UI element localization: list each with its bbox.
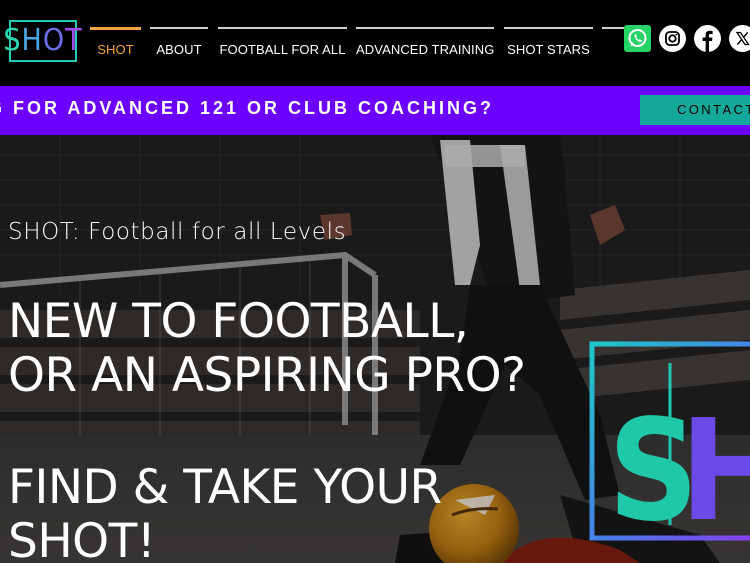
hero-subtitle: SHOT: Football for all Levels (8, 219, 347, 245)
promo-banner: G FOR ADVANCED 121 OR CLUB COACHING? CON… (0, 86, 750, 135)
nav-item-more[interactable] (602, 27, 624, 67)
banner-text: G FOR ADVANCED 121 OR CLUB COACHING? (0, 98, 495, 118)
hero-section: S H SHOT: Football for all Levels NEW TO… (0, 135, 750, 563)
hero-call-to-action: FIND & TAKE YOUR SHOT! (8, 461, 442, 563)
x-icon[interactable] (729, 25, 750, 52)
hero-headline-line-2: OR AN ASPIRING PRO? (8, 348, 526, 403)
hero-cta-line-2: SHOT! (8, 514, 156, 563)
nav-item-football-for-all[interactable]: FOOTBALL FOR ALL (218, 27, 347, 67)
instagram-icon[interactable] (659, 25, 686, 52)
facebook-icon[interactable] (694, 25, 721, 52)
sign-letter-h: H (680, 390, 750, 553)
site-header: S H O T SHOT ABOUT FOOTBALL FOR ALL ADVA… (0, 0, 750, 86)
whatsapp-icon[interactable] (624, 25, 651, 52)
nav-item-about[interactable]: ABOUT (150, 27, 208, 67)
hero-headline: NEW TO FOOTBALL, OR AN ASPIRING PRO? (8, 295, 526, 403)
logo-letter: T (65, 23, 83, 58)
nav-item-shot[interactable]: SHOT (90, 27, 141, 67)
logo-letter: H (21, 23, 43, 58)
nav-item-shot-stars[interactable]: SHOT STARS (504, 27, 593, 67)
nav-item-advanced-training[interactable]: ADVANCED TRAINING (356, 27, 494, 67)
shot-logo[interactable]: S H O T (3, 20, 82, 62)
logo-letter: O (42, 23, 66, 58)
hero-cta-line-1: FIND & TAKE YOUR (8, 460, 442, 515)
contact-button[interactable]: CONTACT (640, 95, 750, 125)
hero-headline-line-1: NEW TO FOOTBALL, (8, 294, 469, 349)
logo-letter: S (3, 23, 22, 58)
